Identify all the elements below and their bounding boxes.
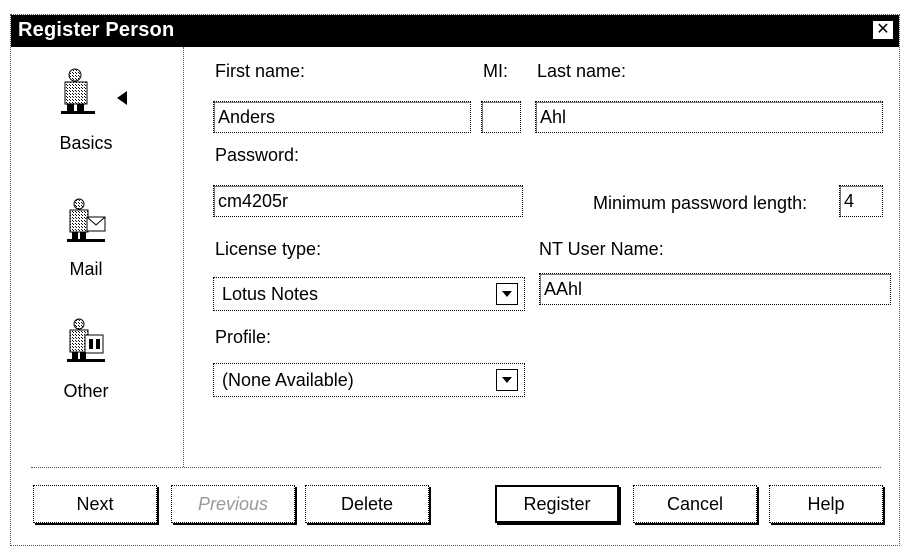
register-button[interactable]: Register bbox=[495, 485, 619, 523]
nav-label-basics: Basics bbox=[59, 133, 113, 153]
delete-button[interactable]: Delete bbox=[305, 485, 429, 523]
profile-value: (None Available) bbox=[222, 370, 354, 390]
cancel-button[interactable]: Cancel bbox=[633, 485, 757, 523]
mail-person-icon bbox=[67, 198, 106, 242]
min-password-length-field[interactable]: 4 bbox=[839, 185, 883, 217]
chevron-down-icon[interactable] bbox=[496, 283, 518, 305]
first-name-field[interactable]: Anders bbox=[213, 101, 471, 133]
license-type-value: Lotus Notes bbox=[222, 284, 319, 304]
register-person-dialog: Register Person ✕ Basics Mail Other Firs… bbox=[10, 14, 900, 546]
button-separator bbox=[31, 467, 881, 468]
mi-label: MI: bbox=[483, 61, 508, 81]
password-label: Password: bbox=[215, 145, 300, 165]
nt-user-name-label: NT User Name: bbox=[539, 239, 664, 259]
register-button-label: Register bbox=[523, 493, 591, 514]
next-button[interactable]: Next bbox=[33, 485, 157, 523]
next-button-label: Next bbox=[76, 493, 114, 514]
nav-label-other: Other bbox=[63, 381, 109, 401]
profile-label: Profile: bbox=[215, 327, 272, 347]
delete-button-label: Delete bbox=[340, 493, 394, 514]
help-button[interactable]: Help bbox=[769, 485, 883, 523]
license-type-select[interactable]: Lotus Notes bbox=[213, 277, 525, 311]
nav-item-other[interactable]: Other bbox=[11, 317, 183, 417]
person-icon bbox=[61, 68, 95, 114]
last-name-label: Last name: bbox=[537, 61, 627, 81]
close-icon: ✕ bbox=[876, 21, 890, 38]
nav-item-mail[interactable]: Mail bbox=[11, 197, 183, 297]
previous-button-label: Previous bbox=[197, 493, 269, 514]
chevron-down-icon[interactable] bbox=[496, 369, 518, 391]
password-field[interactable]: cm4205r bbox=[213, 185, 523, 217]
first-name-label: First name: bbox=[215, 61, 306, 81]
window-title: Register Person bbox=[18, 19, 175, 41]
help-button-label: Help bbox=[807, 493, 845, 514]
previous-button[interactable]: Previous bbox=[171, 485, 295, 523]
profile-select[interactable]: (None Available) bbox=[213, 363, 525, 397]
nav-item-basics[interactable]: Basics bbox=[11, 61, 183, 171]
min-password-length-label: Minimum password length: bbox=[593, 193, 808, 213]
license-type-label: License type: bbox=[215, 239, 322, 259]
nt-user-name-field[interactable]: AAhl bbox=[539, 273, 891, 305]
nav-label-mail: Mail bbox=[69, 259, 103, 279]
mi-field[interactable] bbox=[481, 101, 521, 133]
close-button[interactable]: ✕ bbox=[872, 20, 894, 40]
cancel-button-label: Cancel bbox=[666, 493, 724, 514]
other-person-icon bbox=[67, 318, 105, 362]
selected-pointer-icon bbox=[117, 91, 127, 105]
category-sidebar: Basics Mail Other bbox=[11, 47, 184, 467]
title-bar: Register Person ✕ bbox=[11, 15, 899, 47]
last-name-field[interactable]: Ahl bbox=[535, 101, 883, 133]
